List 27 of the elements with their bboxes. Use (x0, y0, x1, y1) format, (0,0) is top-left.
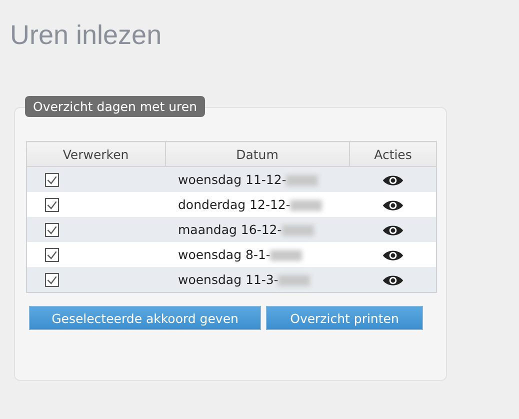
redaction-blur (270, 250, 302, 262)
column-header: Datum (165, 142, 350, 166)
checkbox[interactable] (45, 273, 59, 288)
eye-icon[interactable] (382, 249, 404, 262)
date-text: maandag 16-12- (178, 222, 282, 237)
checkbox[interactable] (45, 173, 59, 188)
checkbox[interactable] (45, 223, 59, 238)
column-header: Verwerken (26, 142, 165, 166)
column-header: Acties (350, 142, 436, 166)
eye-icon[interactable] (382, 199, 404, 212)
date-text: woensdag 11-3- (178, 272, 278, 287)
panel-legend: Overzicht dagen met uren (25, 96, 206, 117)
date-text: woensdag 8-1- (178, 247, 270, 262)
page-title: Uren inlezen (10, 20, 163, 51)
redaction-blur (286, 175, 318, 186)
action-button[interactable]: Geselecteerde akkoord geven (29, 306, 261, 330)
date-text: donderdag 12-12- (178, 197, 290, 212)
action-button[interactable]: Overzicht printen (266, 306, 423, 330)
eye-icon[interactable] (382, 274, 404, 288)
date-text: woensdag 11-12- (178, 172, 286, 187)
redaction-blur (290, 200, 322, 212)
eye-icon[interactable] (382, 224, 404, 238)
redaction-blur (282, 225, 314, 236)
redaction-blur (278, 275, 310, 286)
checkbox[interactable] (45, 198, 59, 212)
eye-icon[interactable] (382, 174, 404, 188)
checkbox[interactable] (45, 248, 59, 262)
